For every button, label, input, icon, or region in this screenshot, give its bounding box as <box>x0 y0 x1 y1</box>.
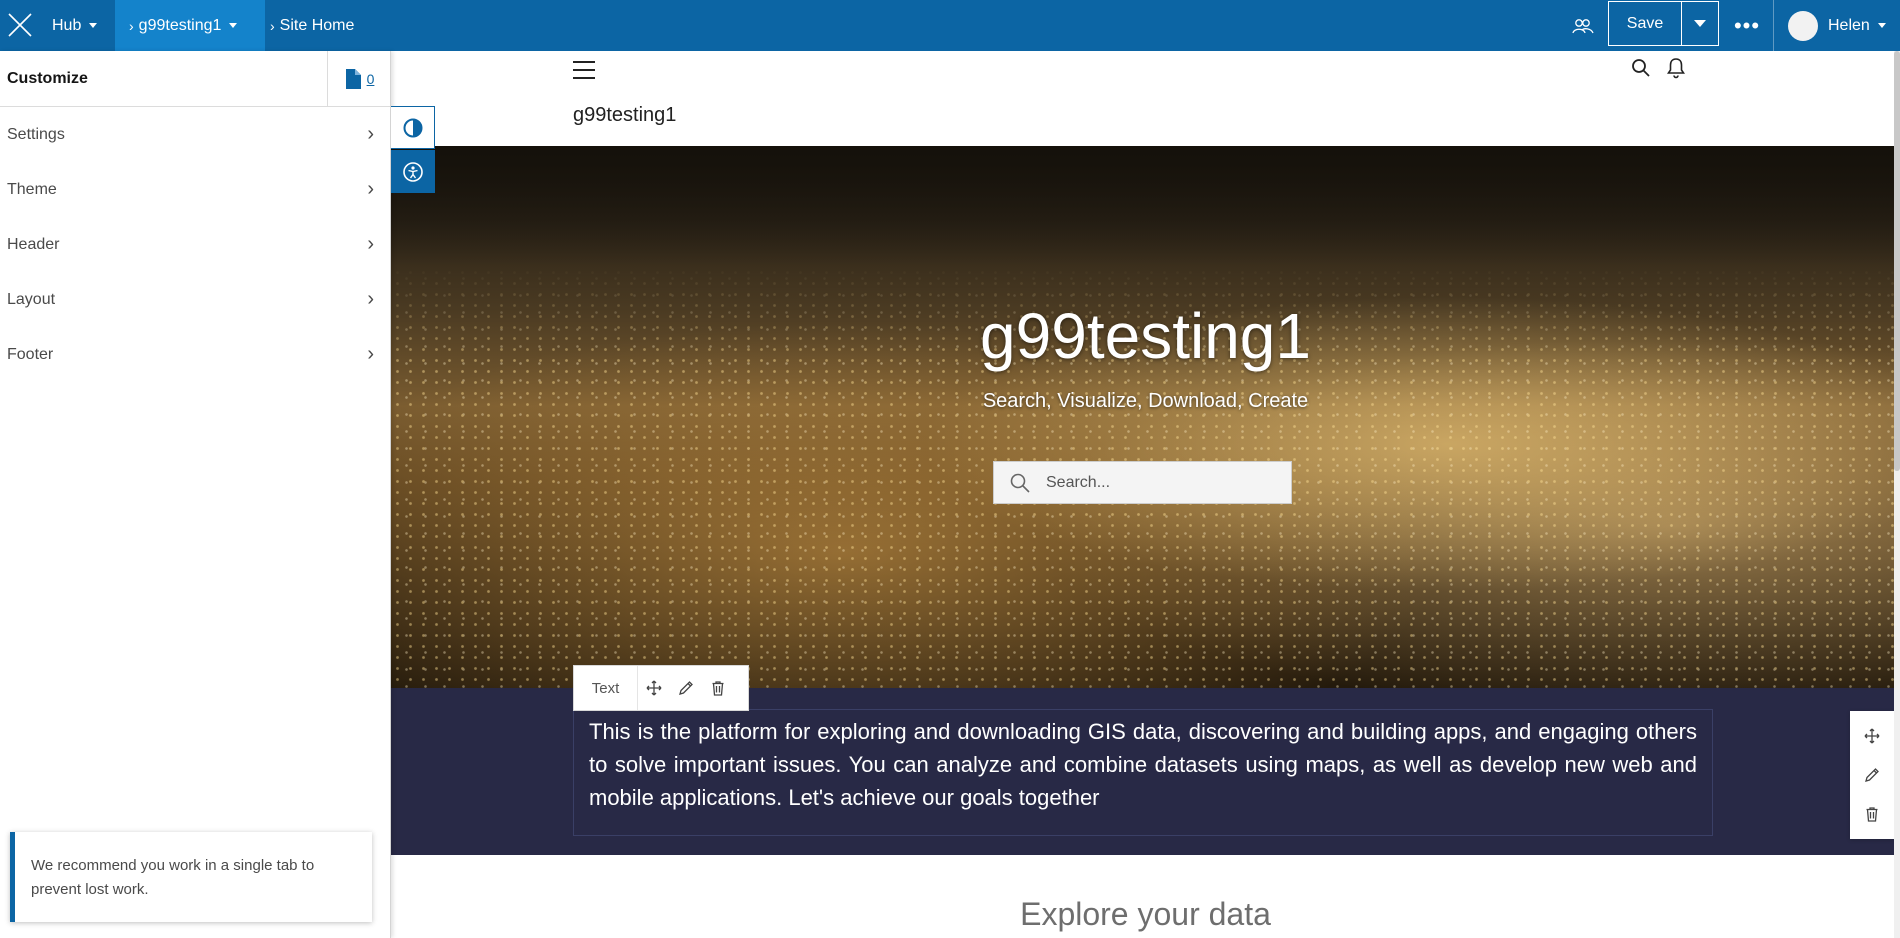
customize-title: Customize <box>7 69 88 87</box>
site-name: g99testing1 <box>573 104 677 126</box>
text-card-body: This is the platform for exploring and d… <box>589 719 1697 810</box>
chevron-right-icon: › <box>367 123 374 145</box>
move-icon <box>1864 728 1880 744</box>
site-menu-button[interactable]: › g99testing1 <box>115 0 265 51</box>
save-button-group: Save <box>1608 1 1719 46</box>
menu-icon[interactable] <box>573 60 595 80</box>
customize-item-theme[interactable]: Theme › <box>0 162 390 217</box>
collaborators-button[interactable] <box>1571 0 1595 51</box>
more-options-button[interactable]: ••• <box>1732 0 1762 51</box>
pencil-icon <box>1865 768 1879 782</box>
customize-item-layout[interactable]: Layout › <box>0 272 390 327</box>
caret-down-icon <box>229 23 238 28</box>
accessibility-tab-button[interactable] <box>391 150 435 193</box>
customize-item-settings[interactable]: Settings › <box>0 107 390 162</box>
breadcrumb-site-home[interactable]: › Site Home <box>270 0 354 51</box>
trash-icon <box>1866 806 1878 822</box>
pencil-icon <box>679 681 693 695</box>
chevron-right-icon: › <box>129 17 134 34</box>
move-row-button[interactable] <box>1857 721 1887 751</box>
close-icon[interactable] <box>4 9 36 41</box>
divider <box>1773 0 1774 51</box>
customize-item-label: Footer <box>7 345 54 363</box>
accessibility-icon <box>403 161 423 182</box>
card-type-label: Text <box>574 666 638 710</box>
hub-menu-button[interactable]: Hub <box>52 0 98 51</box>
pages-button[interactable]: 0 <box>327 51 391 106</box>
hero-title: g99testing1 <box>980 300 1311 372</box>
user-name: Helen <box>1828 16 1870 34</box>
caret-down-icon <box>89 23 98 28</box>
save-button[interactable]: Save <box>1609 2 1682 45</box>
page-label: Site Home <box>279 16 355 34</box>
contrast-icon <box>403 118 422 137</box>
customize-item-label: Settings <box>7 125 65 143</box>
text-card[interactable]: This is the platform for exploring and d… <box>573 709 1713 836</box>
avatar <box>1788 10 1818 41</box>
edit-card-button[interactable] <box>670 666 702 710</box>
chevron-right-icon: › <box>270 17 275 34</box>
explore-heading: Explore your data <box>1020 896 1271 932</box>
site-preview: g99testing1 g99testing1 Search, Visualiz… <box>391 51 1900 938</box>
contrast-tab-button[interactable] <box>391 106 435 149</box>
chevron-right-icon: › <box>367 178 374 200</box>
move-icon <box>646 680 662 696</box>
caret-down-icon <box>1694 20 1706 27</box>
search-icon <box>994 472 1046 494</box>
move-card-button[interactable] <box>638 666 670 710</box>
customize-item-footer[interactable]: Footer › <box>0 327 390 382</box>
customize-item-label: Header <box>7 235 60 253</box>
user-menu-button[interactable]: Helen <box>1788 0 1886 51</box>
text-card-toolbar: Text <box>573 665 749 711</box>
delete-card-button[interactable] <box>702 666 734 710</box>
hero-search-input[interactable] <box>1046 473 1276 492</box>
hub-label: Hub <box>52 16 82 34</box>
chevron-right-icon: › <box>367 233 374 255</box>
top-navigation-bar: Hub › g99testing1 › Site Home Save ••• H… <box>0 0 1900 51</box>
site-label: g99testing1 <box>138 16 222 34</box>
customize-item-label: Theme <box>7 180 57 198</box>
page-icon <box>345 68 361 89</box>
customize-item-label: Layout <box>7 290 56 308</box>
customize-header: Customize 0 <box>0 51 390 107</box>
chevron-right-icon: › <box>367 288 374 310</box>
customize-item-header[interactable]: Header › <box>0 217 390 272</box>
trash-icon <box>712 681 724 696</box>
save-options-dropdown[interactable] <box>1682 2 1718 45</box>
single-tab-notice: We recommend you work in a single tab to… <box>10 832 372 922</box>
pages-count: 0 <box>366 70 375 87</box>
delete-row-button[interactable] <box>1857 799 1887 829</box>
search-icon[interactable] <box>1631 58 1651 83</box>
bell-icon[interactable] <box>1666 57 1686 84</box>
row-toolbar <box>1850 711 1894 839</box>
site-header: g99testing1 <box>391 51 1900 146</box>
hero-banner: g99testing1 Search, Visualize, Download,… <box>391 146 1900 688</box>
chevron-right-icon: › <box>367 343 374 365</box>
hero-haze <box>391 146 1900 266</box>
hero-subtitle: Search, Visualize, Download, Create <box>982 390 1309 412</box>
page-scrollbar[interactable] <box>1894 51 1900 938</box>
scrollbar-thumb[interactable] <box>1894 51 1900 471</box>
collaborate-icon <box>1572 18 1594 33</box>
edit-row-button[interactable] <box>1857 760 1887 790</box>
hero-search-box <box>993 461 1292 504</box>
caret-down-icon <box>1877 23 1886 28</box>
customize-panel: Customize 0 Settings › Theme › Header › … <box>0 51 391 938</box>
